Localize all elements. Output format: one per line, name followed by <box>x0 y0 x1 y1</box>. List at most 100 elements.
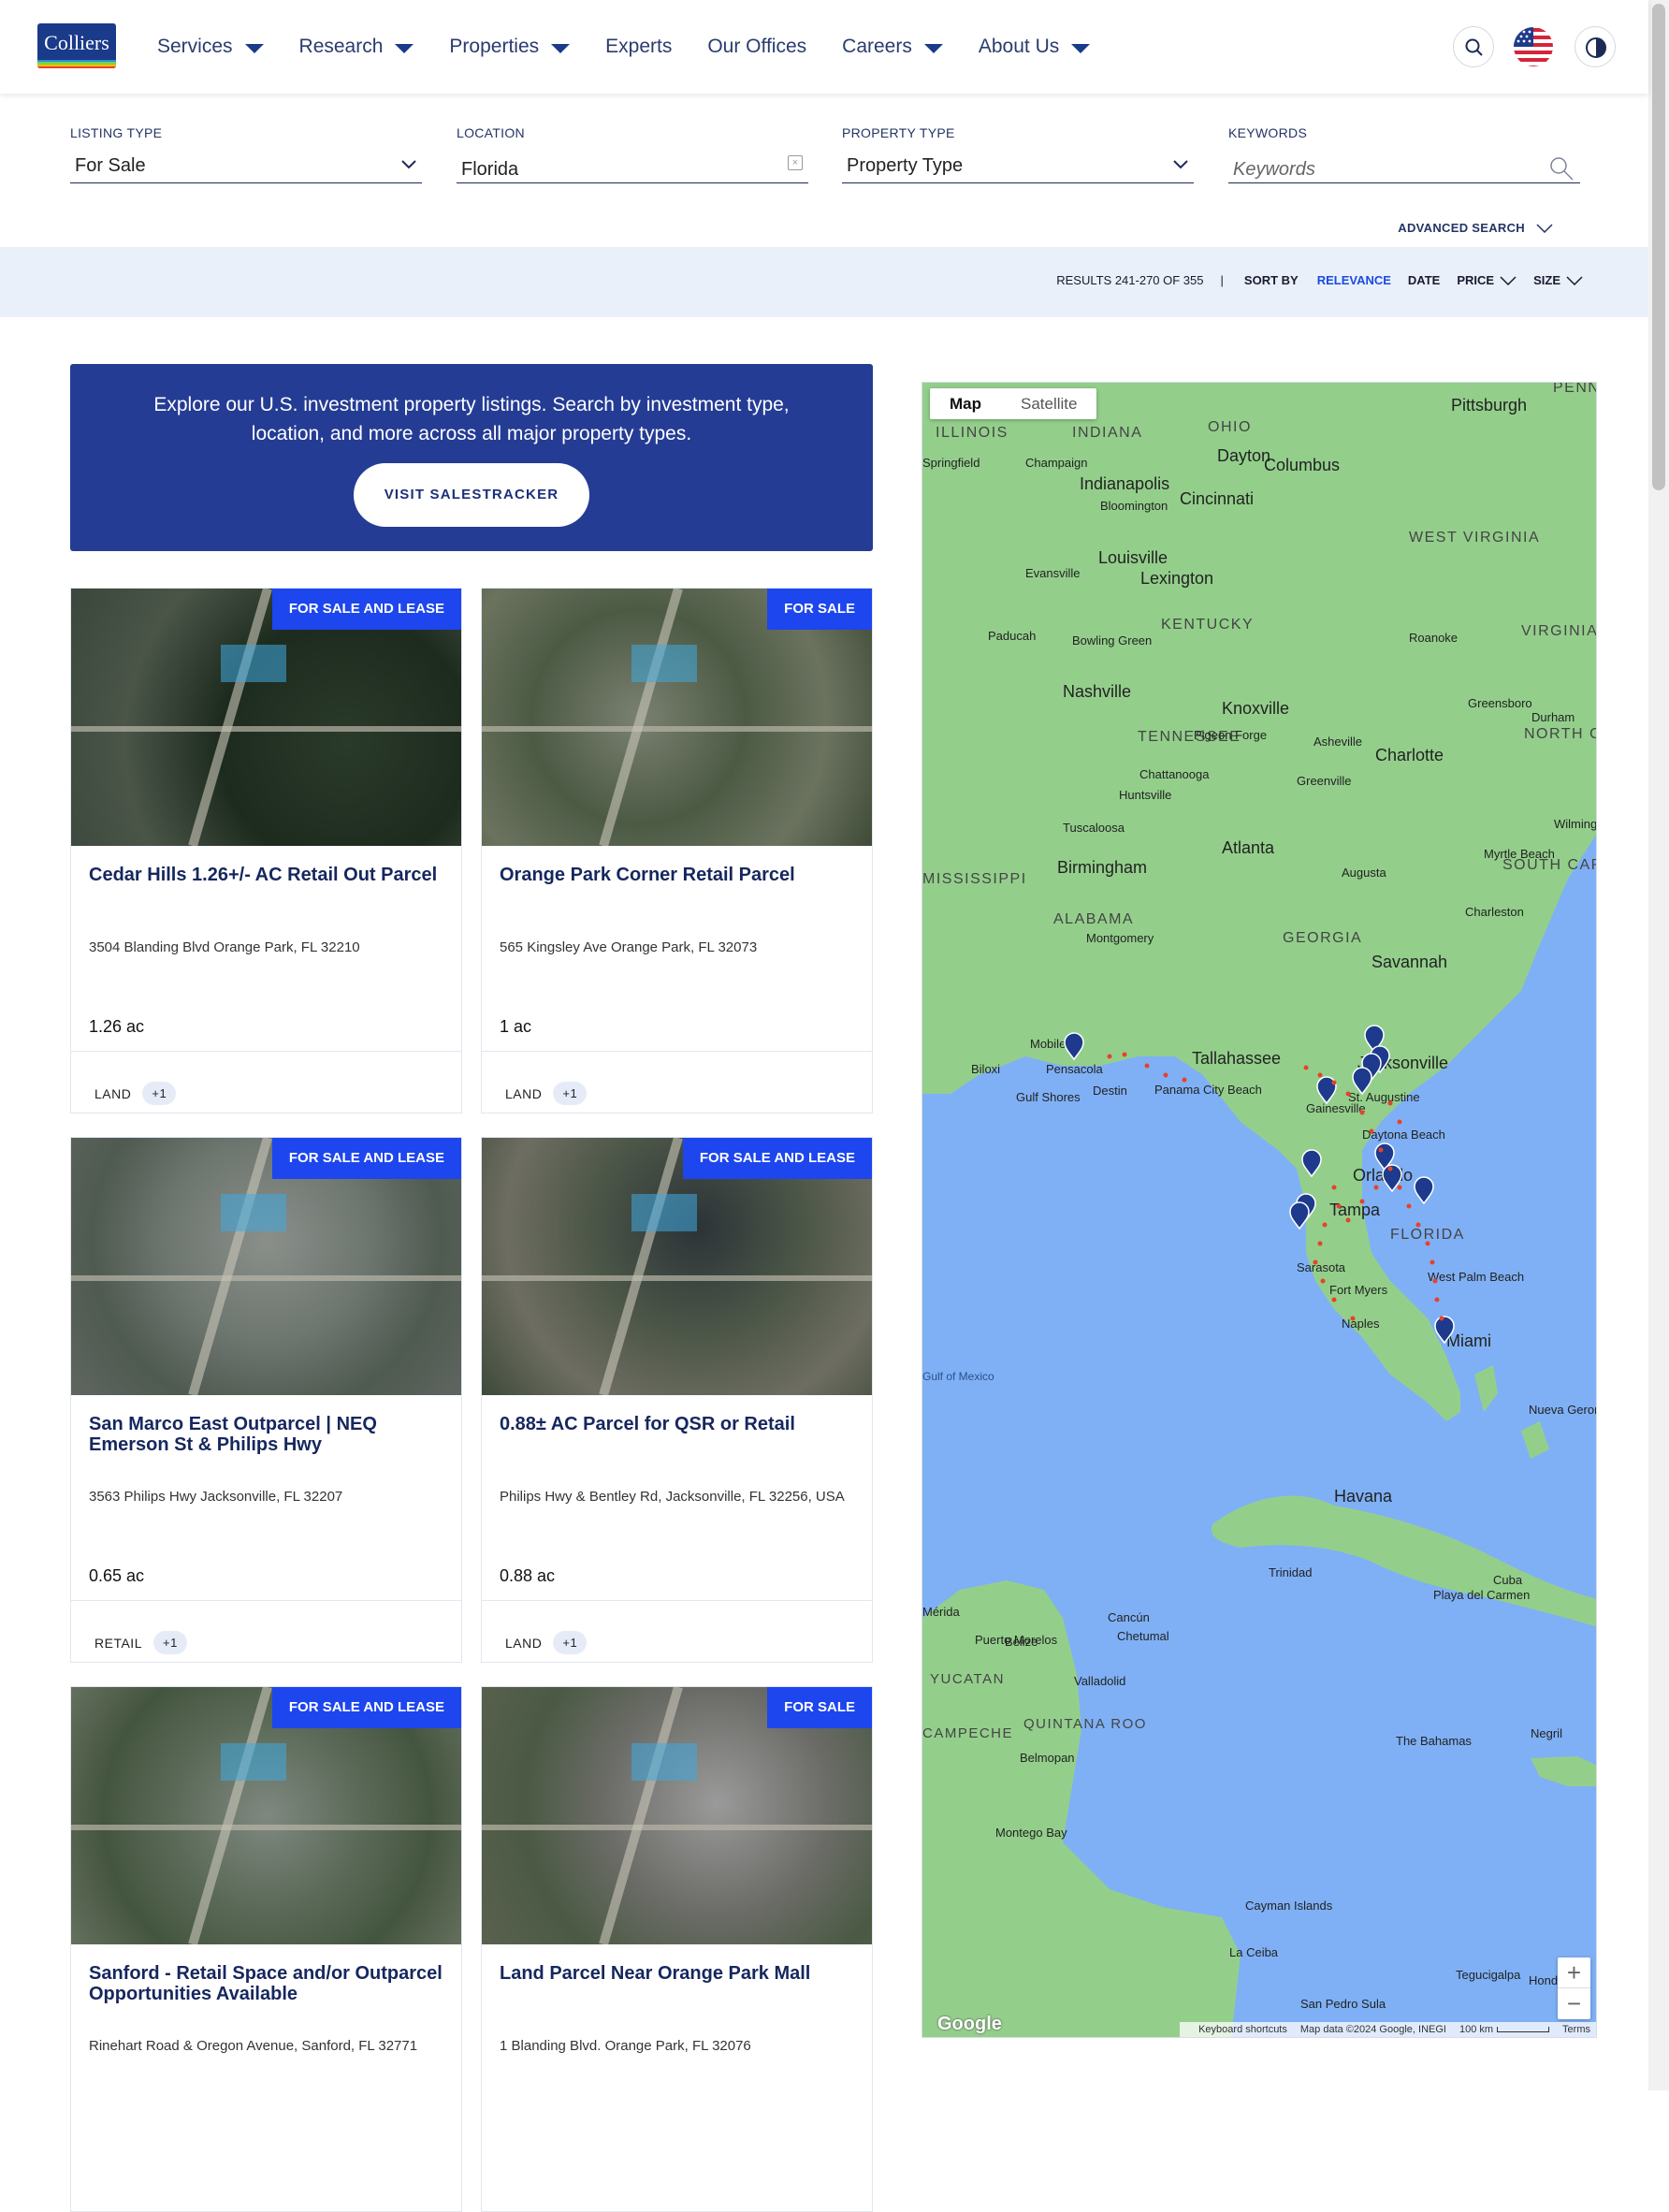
visit-salestracker-button[interactable]: VISIT SALESTRACKER <box>354 463 589 527</box>
listing-title[interactable]: Orange Park Corner Retail Parcel <box>500 865 860 885</box>
property-type-select[interactable]: Property Type <box>842 155 1194 183</box>
property-type-tag: LAND <box>505 1635 543 1651</box>
map-city-label: Myrtle Beach <box>1484 847 1555 861</box>
nav-item-our-offices[interactable]: Our Offices <box>707 36 806 58</box>
clear-location-icon[interactable]: × <box>788 155 803 170</box>
us-flag-icon[interactable] <box>1513 26 1554 67</box>
sort-date[interactable]: DATE <box>1408 273 1440 287</box>
listing-map-dot[interactable] <box>1432 1278 1438 1284</box>
listing-map-dot[interactable] <box>1369 1128 1374 1134</box>
listing-map-dot[interactable] <box>1163 1072 1168 1078</box>
listing-card[interactable]: FOR SALE AND LEASE 0.88± AC Parcel for QS… <box>481 1137 873 1663</box>
search-icon[interactable] <box>1453 26 1494 67</box>
nav-item-about-us[interactable]: About Us <box>979 36 1091 58</box>
listing-type-value: For Sale <box>75 155 146 176</box>
listing-map-dot[interactable] <box>1378 1147 1384 1153</box>
listing-map-dot[interactable] <box>1350 1316 1356 1321</box>
listing-map-dot[interactable] <box>1397 1119 1402 1125</box>
satellite-tab[interactable]: Satellite <box>1001 388 1096 419</box>
listing-map-dot[interactable] <box>1373 1185 1379 1190</box>
keyboard-shortcuts-link[interactable]: Keyboard shortcuts <box>1198 2024 1287 2035</box>
listing-map-dot[interactable] <box>1331 1080 1337 1085</box>
more-types-badge[interactable]: +1 <box>152 1631 187 1654</box>
property-type-field: PROPERTY TYPE Property Type <box>842 125 1194 183</box>
more-types-badge[interactable]: +1 <box>553 1631 588 1654</box>
listing-map-dot[interactable] <box>1331 1297 1337 1302</box>
google-logo[interactable]: Google <box>937 2014 1002 2035</box>
listing-map-dot[interactable] <box>1359 1199 1365 1204</box>
sort-size[interactable]: SIZE <box>1533 273 1583 287</box>
listing-map-dot[interactable] <box>1345 1217 1351 1223</box>
listing-map-dot[interactable] <box>1406 1203 1412 1209</box>
listing-card[interactable]: FOR SALE AND LEASE San Marco East Outparc… <box>70 1137 462 1663</box>
listing-map-dot[interactable] <box>1397 1185 1402 1190</box>
listing-map-dot[interactable] <box>1331 1185 1337 1190</box>
zoom-out-button[interactable]: − <box>1558 1988 1590 2019</box>
listing-map-dot[interactable] <box>1144 1063 1150 1069</box>
listing-map-dot[interactable] <box>1387 1166 1393 1171</box>
advanced-search-toggle[interactable]: ADVANCED SEARCH <box>1398 221 1553 235</box>
map-tab[interactable]: Map <box>930 388 1001 419</box>
listing-title[interactable]: San Marco East Outparcel | NEQ Emerson S… <box>89 1414 449 1455</box>
zoom-in-button[interactable]: + <box>1558 1957 1590 1988</box>
listing-map-dot[interactable] <box>1317 1241 1323 1246</box>
listing-title[interactable]: Sanford - Retail Space and/or Outparcel … <box>89 1963 449 2004</box>
listing-title[interactable]: Cedar Hills 1.26+/- AC Retail Out Parcel <box>89 865 449 885</box>
map-city-label: Cuba <box>1493 1573 1523 1587</box>
page-scrollbar[interactable] <box>1648 0 1669 2090</box>
jamaica-landmass <box>1531 1756 1596 1786</box>
listing-map-dot[interactable] <box>1415 1222 1421 1228</box>
sort-relevance[interactable]: RELEVANCE <box>1317 273 1391 287</box>
terms-link[interactable]: Terms <box>1562 2024 1590 2035</box>
listing-map-dot[interactable] <box>1107 1054 1112 1059</box>
listing-map-dot[interactable] <box>1122 1052 1127 1057</box>
results-bar: RESULTS 241-270 OF 355 | SORT BY RELEVAN… <box>0 247 1648 317</box>
results-map[interactable]: INDIANA OHIO ILLINOIS WEST VIRGINIA KENTUCKY… <box>922 382 1597 2038</box>
map-state-label: KENTUCKY <box>1161 617 1254 633</box>
location-input[interactable]: Florida × <box>457 155 808 183</box>
scrollbar-thumb[interactable] <box>1652 4 1665 490</box>
listing-badge: FOR SALE <box>767 1687 872 1728</box>
property-type-tag: LAND <box>505 1085 543 1101</box>
map-city-label: Tuscaloosa <box>1063 821 1125 835</box>
listing-map-dot[interactable] <box>1303 1065 1309 1070</box>
listing-map-dot[interactable] <box>1320 1278 1326 1284</box>
listing-map-dot[interactable] <box>1430 1259 1435 1265</box>
listing-title[interactable]: 0.88± AC Parcel for QSR or Retail <box>500 1414 860 1434</box>
nav-item-research[interactable]: Research <box>299 36 414 58</box>
listing-map-dot[interactable] <box>1434 1297 1440 1302</box>
colliers-logo[interactable]: Colliers <box>37 23 116 68</box>
listing-card[interactable]: FOR SALE AND LEASE Cedar Hills 1.26+/- AC… <box>70 588 462 1113</box>
nav-item-properties[interactable]: Properties <box>449 36 571 58</box>
listing-card[interactable]: FOR SALE AND LEASE Sanford - Retail Space… <box>70 1686 462 2212</box>
sort-price[interactable]: PRICE <box>1457 273 1517 287</box>
search-icon[interactable] <box>1548 155 1575 182</box>
caret-down-icon <box>923 43 943 53</box>
listing-map-dot[interactable] <box>1313 1259 1318 1265</box>
listing-map-dot[interactable] <box>1322 1222 1328 1228</box>
more-types-badge[interactable]: +1 <box>142 1082 177 1105</box>
listing-card[interactable]: FOR SALE Land Parcel Near Orange Park Mal… <box>481 1686 873 2212</box>
nav-item-services[interactable]: Services <box>157 36 264 58</box>
map-scale[interactable]: 100 km <box>1459 2024 1550 2035</box>
listing-map-dot[interactable] <box>1359 1110 1365 1115</box>
map-city-label: Wilmington <box>1554 817 1597 831</box>
listing-map-dot[interactable] <box>1336 1203 1342 1209</box>
nav-item-experts[interactable]: Experts <box>605 36 672 58</box>
listing-map-dot[interactable] <box>1425 1241 1430 1246</box>
listing-card[interactable]: FOR SALE Orange Park Corner Retail Parcel… <box>481 588 873 1113</box>
more-types-badge[interactable]: +1 <box>553 1082 588 1105</box>
listing-type-select[interactable]: For Sale <box>70 155 422 183</box>
listing-map-dot[interactable] <box>1317 1072 1323 1078</box>
listing-map-dot[interactable] <box>1439 1316 1444 1321</box>
nav-item-careers[interactable]: Careers <box>842 36 943 58</box>
keywords-input[interactable]: Keywords <box>1228 155 1580 183</box>
listing-map-pin[interactable] <box>1414 1176 1434 1205</box>
map-canvas[interactable]: INDIANA OHIO ILLINOIS WEST VIRGINIA KENTUCKY… <box>922 383 1597 2038</box>
listing-map-dot[interactable] <box>1345 1091 1351 1097</box>
listing-title[interactable]: Land Parcel Near Orange Park Mall <box>500 1963 860 1984</box>
listing-map-dot[interactable] <box>1387 1100 1393 1106</box>
contrast-icon[interactable] <box>1575 26 1616 67</box>
listing-map-dot[interactable] <box>1182 1077 1187 1083</box>
sort-size-label: SIZE <box>1533 273 1560 287</box>
